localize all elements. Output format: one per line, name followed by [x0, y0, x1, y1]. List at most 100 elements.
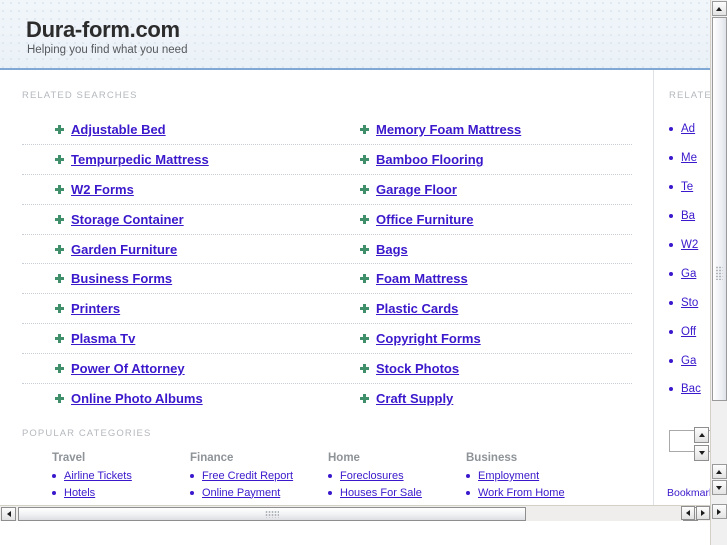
- outer-scroll-left-button[interactable]: [681, 506, 695, 520]
- sidebar-related-link[interactable]: Ba: [681, 210, 695, 222]
- arrow-bullet-icon: [360, 214, 369, 224]
- category-link[interactable]: Hotels: [64, 487, 95, 499]
- category-link[interactable]: Work From Home: [478, 487, 565, 499]
- related-search-row: Printers Plastic Cards: [22, 294, 632, 325]
- related-search-cell: Tempurpedic Mattress: [22, 152, 327, 167]
- related-search-link[interactable]: Copyright Forms: [376, 331, 481, 346]
- related-search-row: Plasma Tv Copyright Forms: [22, 324, 632, 355]
- related-search-link[interactable]: Garage Floor: [376, 182, 457, 197]
- category-column: Travel Airline Tickets Hotels: [52, 452, 190, 503]
- related-search-cell: Bamboo Flooring: [327, 152, 632, 167]
- category-title: Home: [328, 452, 360, 464]
- related-search-cell: Garden Furniture: [22, 242, 327, 257]
- category-link[interactable]: Airline Tickets: [64, 470, 132, 482]
- related-search-cell: Adjustable Bed: [22, 122, 327, 137]
- related-search-link[interactable]: Tempurpedic Mattress: [71, 152, 209, 167]
- sidebar-related-link[interactable]: Te: [681, 181, 693, 193]
- related-search-link[interactable]: Plasma Tv: [71, 331, 135, 346]
- arrow-bullet-icon: [55, 274, 64, 284]
- related-search-cell: Printers: [22, 301, 327, 316]
- sidebar-related-link[interactable]: Me: [681, 152, 697, 164]
- related-search-cell: Online Photo Albums: [22, 391, 327, 406]
- arrow-bullet-icon: [360, 274, 369, 284]
- related-search-link[interactable]: Bamboo Flooring: [376, 152, 484, 167]
- category-item: Work From Home: [466, 487, 604, 499]
- related-search-row: Storage Container Office Furniture: [22, 205, 632, 235]
- related-search-link[interactable]: Garden Furniture: [71, 242, 177, 257]
- sidebar-related-link[interactable]: Ga: [681, 355, 696, 367]
- sidebar-related-link[interactable]: Sto: [681, 297, 698, 309]
- related-search-cell: Foam Mattress: [327, 271, 632, 286]
- outer-scroll-up-button-2[interactable]: [711, 464, 727, 479]
- sidebar-related-link[interactable]: Ga: [681, 268, 696, 280]
- related-search-link[interactable]: Bags: [376, 242, 408, 257]
- browser-viewport: Dura-form.com Helping you find what you …: [0, 0, 727, 545]
- outer-scroll-right-button[interactable]: [696, 506, 710, 520]
- category-item: Free Credit Report: [190, 470, 328, 482]
- arrow-bullet-icon: [55, 304, 64, 314]
- category-link[interactable]: Free Credit Report: [202, 470, 293, 482]
- arrow-bullet-icon: [360, 334, 369, 344]
- outer-vertical-scrollbar[interactable]: [710, 0, 727, 545]
- sidebar-related-link[interactable]: W2: [681, 239, 698, 251]
- dot-bullet-icon: [669, 329, 673, 334]
- related-search-row: Online Photo Albums Craft Supply: [22, 384, 632, 413]
- related-search-link[interactable]: Adjustable Bed: [71, 122, 166, 137]
- related-search-link[interactable]: W2 Forms: [71, 182, 134, 197]
- arrow-bullet-icon: [360, 124, 369, 134]
- sidebar-list-item: Ga: [669, 259, 710, 288]
- category-link[interactable]: Foreclosures: [340, 470, 404, 482]
- sidebar-related-link[interactable]: Ad: [681, 123, 695, 135]
- horizontal-scrollbar[interactable]: [0, 505, 710, 521]
- category-link[interactable]: Online Payment: [202, 487, 280, 499]
- category-title: Finance: [190, 452, 234, 464]
- outer-scroll-thumb[interactable]: [711, 17, 727, 401]
- inner-vertical-scrollbar[interactable]: [694, 427, 710, 463]
- main-column: RELATED SEARCHES Adjustable Bed Memory Fo…: [0, 70, 654, 521]
- related-search-link[interactable]: Craft Supply: [376, 391, 453, 406]
- category-item: Employment: [466, 470, 604, 482]
- related-search-link[interactable]: Foam Mattress: [376, 271, 468, 286]
- sidebar-related-link[interactable]: Bac: [681, 383, 701, 395]
- related-search-cell: Plastic Cards: [327, 301, 632, 316]
- scroll-left-button[interactable]: [1, 507, 16, 521]
- outer-scroll-right-button-2[interactable]: [711, 504, 727, 519]
- popular-categories-label: POPULAR CATEGORIES: [22, 428, 152, 439]
- category-link[interactable]: Employment: [478, 470, 539, 482]
- related-search-cell: Stock Photos: [327, 361, 632, 376]
- related-search-link[interactable]: Plastic Cards: [376, 301, 458, 316]
- inner-scroll-up-button[interactable]: [694, 427, 709, 443]
- related-search-link[interactable]: Online Photo Albums: [71, 391, 203, 406]
- category-title: Business: [466, 452, 518, 464]
- related-search-link[interactable]: Storage Container: [71, 212, 184, 227]
- sidebar-related-label: RELATED: [669, 90, 710, 101]
- arrow-bullet-icon: [360, 364, 369, 374]
- sidebar-list-item: Ba: [669, 202, 710, 231]
- bookmark-link[interactable]: Bookmark: [667, 487, 710, 499]
- category-link[interactable]: Houses For Sale: [340, 487, 422, 499]
- sidebar-list-item: Off: [669, 317, 710, 346]
- related-search-link[interactable]: Memory Foam Mattress: [376, 122, 521, 137]
- related-search-link[interactable]: Printers: [71, 301, 120, 316]
- outer-scroll-up-button[interactable]: [711, 1, 727, 16]
- sidebar-list-item: Ad: [669, 115, 710, 144]
- outer-scroll-down-button[interactable]: [711, 480, 727, 495]
- related-search-row: W2 Forms Garage Floor: [22, 175, 632, 205]
- arrow-bullet-icon: [55, 214, 64, 224]
- related-search-link[interactable]: Office Furniture: [376, 212, 474, 227]
- related-search-cell: Office Furniture: [327, 212, 632, 227]
- related-search-link[interactable]: Power Of Attorney: [71, 361, 185, 376]
- dot-bullet-icon: [669, 300, 673, 305]
- related-search-link[interactable]: Business Forms: [71, 271, 172, 286]
- outer-horizontal-scroll-buttons[interactable]: [681, 505, 710, 522]
- sidebar-related-link[interactable]: Off: [681, 326, 696, 338]
- related-search-row: Garden Furniture Bags: [22, 235, 632, 265]
- related-search-cell: Craft Supply: [327, 391, 632, 406]
- related-search-cell: Storage Container: [22, 212, 327, 227]
- dot-bullet-icon: [669, 271, 673, 276]
- scroll-grip-icon: [265, 510, 279, 518]
- horizontal-scroll-thumb[interactable]: [18, 507, 526, 521]
- arrow-bullet-icon: [55, 244, 64, 254]
- related-search-link[interactable]: Stock Photos: [376, 361, 459, 376]
- inner-scroll-down-button[interactable]: [694, 445, 709, 461]
